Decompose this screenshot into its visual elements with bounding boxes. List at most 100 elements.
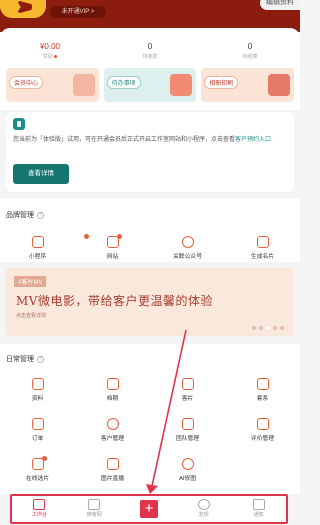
- grid-item-mini-program[interactable]: 小程序: [0, 234, 89, 260]
- stat-value: 0: [147, 42, 153, 51]
- grid-item-label: 小程序: [28, 254, 47, 260]
- trial-text: 您当前为「体验版」试用，可在开通会员后正式开启工作室网站和小程序，点击查看客户预…: [13, 136, 287, 145]
- grid-item-label: 订单: [31, 436, 44, 442]
- grid-item-business-card[interactable]: 生成名片: [225, 236, 300, 260]
- stat-value: 0: [247, 42, 253, 51]
- daily-grid-row: 在线选片 图片直播 AI修图: [0, 456, 300, 482]
- carousel-dot[interactable]: [259, 326, 263, 330]
- grid-item-label: 团队管理: [175, 436, 200, 442]
- tile-member-center[interactable]: 会员中心: [6, 68, 99, 102]
- banner-tag: #客片MV: [14, 276, 47, 287]
- stats-row: ¥0.00 赞助 0 待收款 0 待结算: [0, 42, 300, 64]
- quick-tiles: 会员中心 待办事项 相册印刷: [6, 68, 295, 102]
- tile-label: 会员中心: [9, 76, 44, 89]
- grid-item-customer-management[interactable]: 客户管理: [75, 418, 150, 442]
- grid-item-label: 评价管理: [250, 436, 275, 442]
- grid-item-schedule[interactable]: 档期: [75, 378, 150, 402]
- stat-label: 赞助: [42, 54, 53, 60]
- grid-item-label: 网站: [106, 254, 119, 260]
- notification-dot: [42, 456, 47, 461]
- trial-notice-card: 您当前为「体验版」试用，可在开通会员后正式开启工作室网站和小程序，点击查看客户预…: [6, 112, 294, 192]
- vip-badge[interactable]: 未开通VIP >: [50, 6, 106, 18]
- brand-management-section: 品牌管理? 小程序 网站 关联公众号 生成名片: [0, 198, 300, 262]
- live-icon: [106, 458, 119, 470]
- compass-icon: [197, 499, 210, 510]
- section-title-text: 日常管理: [6, 356, 34, 363]
- package-icon: [256, 378, 269, 390]
- notification-dot: [54, 55, 57, 59]
- carousel-dot[interactable]: [252, 326, 256, 330]
- grid-item-official-account[interactable]: 关联公众号: [150, 236, 225, 260]
- help-icon[interactable]: ?: [37, 211, 44, 219]
- home-icon: [88, 499, 101, 510]
- tab-label: 工作台: [31, 512, 47, 518]
- plus-icon: +: [139, 500, 158, 518]
- tile-album-print[interactable]: 相册印刷: [201, 68, 295, 102]
- stat-pending-settlement[interactable]: 0 待结算: [200, 42, 300, 64]
- customer-booking-link[interactable]: 客户预约入口: [235, 137, 271, 143]
- stat-pending-payment[interactable]: 0 待收款: [100, 42, 200, 64]
- tile-label: 相册印刷: [204, 76, 239, 89]
- bell-icon: [252, 499, 265, 510]
- daily-management-section: 日常管理? 资料 档期 客片 套系 订单 客户管理 团队管理 评价管理 在线选片…: [0, 344, 300, 494]
- carousel-dot[interactable]: [273, 326, 277, 330]
- help-icon[interactable]: ?: [37, 355, 44, 363]
- grid-item-ai-retouch[interactable]: AI修图: [150, 458, 225, 482]
- user-icon: [181, 236, 194, 248]
- ai-retouch-icon: [181, 458, 194, 470]
- grid-item-client-photos[interactable]: 客片: [150, 378, 225, 402]
- bottom-tab-bar: 工作台 微官网 + 发现 通知: [10, 494, 288, 524]
- tab-notifications[interactable]: 通知: [231, 496, 286, 522]
- tab-label: 微官网: [86, 512, 102, 518]
- notification-dot: [117, 234, 122, 239]
- stat-label: 待结算: [242, 54, 258, 60]
- printer-icon: [268, 74, 291, 96]
- banner-title: MV微电影，带给客户更温馨的体验: [16, 294, 213, 308]
- brand-grid: 小程序 网站 关联公众号 生成名片: [0, 234, 300, 260]
- view-details-button[interactable]: 查看详情: [13, 164, 69, 184]
- info-icon: [13, 118, 25, 130]
- stat-label: 待收款: [142, 54, 158, 60]
- section-title: 日常管理?: [6, 354, 44, 364]
- section-title: 品牌管理?: [6, 210, 44, 220]
- tile-label: 待办事项: [106, 76, 141, 89]
- tab-micro-website[interactable]: 微官网: [67, 496, 122, 522]
- grid-item-team-management[interactable]: 团队管理: [150, 418, 225, 442]
- tab-add[interactable]: +: [122, 496, 177, 522]
- grid-item-label: 客片: [181, 396, 194, 402]
- banner-subtitle: 点击查看详情: [16, 313, 47, 319]
- grid-item-empty: [225, 458, 300, 482]
- calendar-icon: [106, 378, 119, 390]
- mv-promo-banner[interactable]: #客片MV MV微电影，带给客户更温馨的体验 点击查看详情: [6, 268, 294, 336]
- grid-item-materials[interactable]: 资料: [0, 378, 75, 402]
- grid-item-label: 客户管理: [100, 436, 125, 442]
- tab-discover[interactable]: 发现: [176, 496, 231, 522]
- team-icon: [181, 418, 194, 430]
- order-icon: [31, 418, 44, 430]
- grid-item-label: 关联公众号: [173, 254, 202, 260]
- section-title-text: 品牌管理: [6, 212, 34, 219]
- grid-item-label: 生成名片: [250, 254, 275, 260]
- grid-item-packages[interactable]: 套系: [225, 378, 300, 402]
- stat-sponsor[interactable]: ¥0.00 赞助: [0, 42, 100, 64]
- tile-todo[interactable]: 待办事项: [103, 68, 197, 102]
- review-icon: [256, 418, 269, 430]
- envelope-icon: [72, 74, 95, 96]
- grid-item-label: AI修图: [178, 476, 197, 482]
- grid-item-website[interactable]: 网站: [75, 234, 150, 260]
- daily-grid-row: 订单 客户管理 团队管理 评价管理: [0, 418, 300, 442]
- carousel-dot[interactable]: [266, 326, 270, 330]
- avatar[interactable]: [0, 0, 46, 18]
- grid-item-photo-live[interactable]: 图片直播: [75, 458, 150, 482]
- tab-label: 通知: [253, 512, 264, 518]
- tab-workbench[interactable]: 工作台: [12, 496, 67, 522]
- edit-profile-button[interactable]: 编辑资料: [260, 0, 300, 10]
- daily-grid-row: 资料 档期 客片 套系: [0, 378, 300, 402]
- grid-item-review-management[interactable]: 评价管理: [225, 418, 300, 442]
- carousel-dot[interactable]: [280, 326, 284, 330]
- monitor-icon: [33, 499, 46, 510]
- grid-item-online-selection[interactable]: 在线选片: [0, 456, 75, 482]
- trial-description: 您当前为「体验版」试用，可在开通会员后正式开启工作室网站和小程序，点击查看: [13, 137, 236, 143]
- grid-item-orders[interactable]: 订单: [0, 418, 75, 442]
- grid-item-label: 套系: [256, 396, 269, 402]
